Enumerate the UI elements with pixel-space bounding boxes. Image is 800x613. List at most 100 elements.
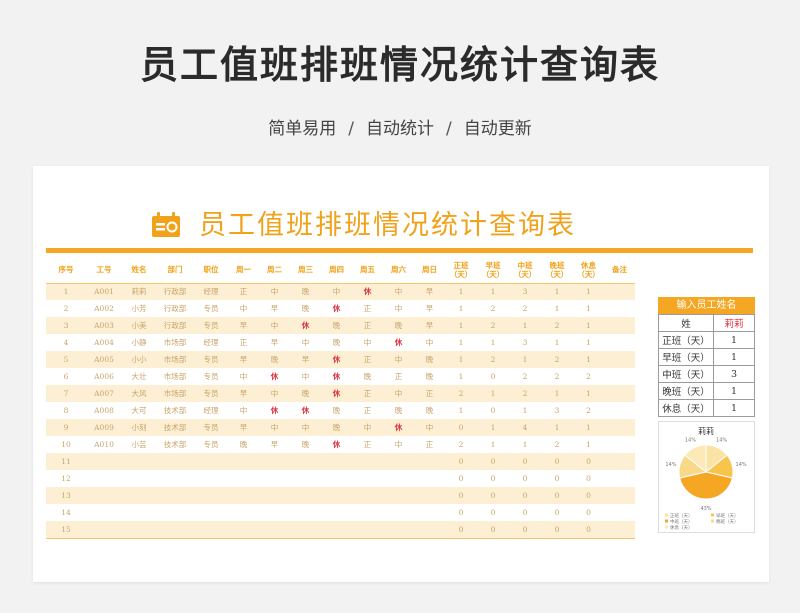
table-cell[interactable]: 1	[573, 385, 604, 402]
table-cell[interactable]: 0	[509, 487, 541, 504]
table-cell[interactable]	[122, 470, 156, 487]
table-cell[interactable]: 行政部	[156, 300, 194, 317]
table-cell[interactable]: 休	[352, 283, 383, 300]
table-cell[interactable]: 晚	[414, 402, 445, 419]
table-cell[interactable]: 中	[383, 351, 414, 368]
table-cell[interactable]: 2	[573, 402, 604, 419]
table-cell[interactable]: 晚	[290, 436, 321, 453]
table-cell[interactable]: 中	[259, 317, 290, 334]
table-cell[interactable]: 9	[46, 419, 86, 436]
table-cell[interactable]: 0	[509, 470, 541, 487]
table-cell[interactable]	[604, 419, 635, 436]
table-cell[interactable]: 1	[573, 300, 604, 317]
table-cell[interactable]	[259, 521, 290, 539]
table-cell[interactable]: 3	[541, 402, 573, 419]
table-cell[interactable]	[352, 521, 383, 539]
table-cell[interactable]: 1	[541, 300, 573, 317]
table-cell[interactable]: 正	[352, 300, 383, 317]
table-cell[interactable]	[604, 521, 635, 539]
table-cell[interactable]: 休	[383, 419, 414, 436]
table-cell[interactable]: 1	[445, 402, 477, 419]
table-cell[interactable]: 晚	[321, 402, 352, 419]
table-cell[interactable]: 专员	[194, 300, 228, 317]
table-cell[interactable]: 中	[290, 334, 321, 351]
table-cell[interactable]: 0	[509, 504, 541, 521]
table-cell[interactable]: 1	[477, 283, 509, 300]
table-cell[interactable]: 0	[477, 504, 509, 521]
table-cell[interactable]: 正	[228, 283, 259, 300]
table-cell[interactable]: 晚	[321, 317, 352, 334]
table-cell[interactable]	[604, 470, 635, 487]
table-cell[interactable]: 2	[477, 351, 509, 368]
table-cell[interactable]	[352, 453, 383, 470]
table-cell[interactable]: 1	[477, 334, 509, 351]
table-cell[interactable]: 2	[541, 368, 573, 385]
table-cell[interactable]: 早	[228, 317, 259, 334]
table-cell[interactable]	[383, 504, 414, 521]
table-cell[interactable]	[122, 521, 156, 539]
table-cell[interactable]: 市场部	[156, 334, 194, 351]
table-cell[interactable]	[194, 453, 228, 470]
table-cell[interactable]	[414, 487, 445, 504]
table-cell[interactable]	[156, 470, 194, 487]
table-cell[interactable]: 中	[290, 368, 321, 385]
table-cell[interactable]: 休	[259, 402, 290, 419]
table-cell[interactable]: 0	[445, 487, 477, 504]
table-cell[interactable]: 1	[445, 334, 477, 351]
table-cell[interactable]: 正	[352, 317, 383, 334]
table-cell[interactable]: A003	[86, 317, 122, 334]
table-cell[interactable]: 7	[46, 385, 86, 402]
table-cell[interactable]: 正	[352, 351, 383, 368]
table-cell[interactable]: 1	[445, 283, 477, 300]
table-cell[interactable]: 中	[383, 385, 414, 402]
table-cell[interactable]: 市场部	[156, 368, 194, 385]
table-cell[interactable]: 2	[541, 317, 573, 334]
table-cell[interactable]: 早	[414, 283, 445, 300]
table-cell[interactable]: 1	[541, 334, 573, 351]
table-cell[interactable]: 2	[509, 368, 541, 385]
table-cell[interactable]	[604, 504, 635, 521]
table-cell[interactable]: 0	[573, 487, 604, 504]
table-cell[interactable]	[194, 487, 228, 504]
table-cell[interactable]: 专员	[194, 436, 228, 453]
table-cell[interactable]: 正	[383, 368, 414, 385]
table-cell[interactable]	[604, 317, 635, 334]
table-cell[interactable]	[122, 504, 156, 521]
table-cell[interactable]: 中	[414, 419, 445, 436]
table-cell[interactable]	[604, 368, 635, 385]
table-cell[interactable]: 1	[573, 283, 604, 300]
table-cell[interactable]: 1	[541, 385, 573, 402]
table-cell[interactable]	[604, 402, 635, 419]
table-cell[interactable]: 2	[445, 436, 477, 453]
table-cell[interactable]: 0	[445, 470, 477, 487]
table-cell[interactable]: 晚	[228, 436, 259, 453]
table-cell[interactable]: 中	[352, 419, 383, 436]
table-cell[interactable]	[290, 504, 321, 521]
table-cell[interactable]: 2	[477, 300, 509, 317]
table-cell[interactable]	[86, 487, 122, 504]
table-cell[interactable]: 4	[46, 334, 86, 351]
table-cell[interactable]	[290, 521, 321, 539]
table-cell[interactable]: 技术部	[156, 402, 194, 419]
table-cell[interactable]: 晚	[321, 334, 352, 351]
table-cell[interactable]	[86, 521, 122, 539]
table-cell[interactable]	[604, 300, 635, 317]
table-cell[interactable]: 休	[321, 385, 352, 402]
table-cell[interactable]: 小芸	[122, 436, 156, 453]
table-cell[interactable]: 8	[46, 402, 86, 419]
table-cell[interactable]: 晚	[321, 419, 352, 436]
table-cell[interactable]: 小静	[122, 334, 156, 351]
table-cell[interactable]	[86, 470, 122, 487]
table-cell[interactable]: 1	[573, 419, 604, 436]
table-cell[interactable]	[86, 504, 122, 521]
table-cell[interactable]: 1	[573, 334, 604, 351]
table-cell[interactable]: 正	[352, 385, 383, 402]
table-cell[interactable]: 小小	[122, 351, 156, 368]
table-cell[interactable]: 专员	[194, 351, 228, 368]
table-cell[interactable]: 晚	[290, 300, 321, 317]
table-cell[interactable]: 晚	[414, 351, 445, 368]
table-cell[interactable]: 0	[541, 487, 573, 504]
table-cell[interactable]	[290, 470, 321, 487]
table-cell[interactable]: 1	[509, 351, 541, 368]
table-cell[interactable]	[321, 470, 352, 487]
